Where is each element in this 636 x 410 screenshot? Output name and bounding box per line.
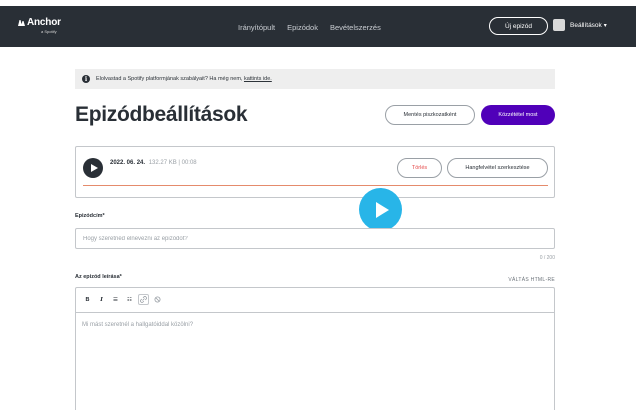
publish-now-button[interactable]: Közzététel most (481, 105, 555, 125)
unlink-glyph (154, 296, 161, 303)
numbered-list-icon[interactable]: ☷ (124, 294, 135, 305)
settings-label: Beállítások (570, 22, 602, 29)
delete-audio-button[interactable]: Törlés (397, 158, 442, 178)
audio-play-button[interactable] (83, 158, 103, 178)
caret-down-icon: ▾ (603, 23, 607, 29)
switch-to-html-button[interactable]: VÁLTÁS HTML-RE (494, 277, 555, 283)
description-placeholder[interactable]: Mi mást szeretnél a hallgatóiddal közöln… (82, 322, 193, 328)
new-episode-button[interactable]: Új epizód (489, 17, 548, 35)
italic-button[interactable]: I (96, 294, 107, 305)
audio-date: 2022. 06. 24. (110, 160, 146, 166)
settings-menu[interactable]: Beállítások ▾ (570, 22, 607, 29)
avatar[interactable] (553, 19, 565, 31)
info-icon: i (82, 75, 90, 83)
notice-text: Elolvastad a Spotify platformjának szabá… (96, 76, 272, 82)
play-icon (376, 201, 389, 218)
top-navbar: Anchor a Spotify Irányítópult Epizódok B… (0, 6, 636, 47)
episode-description-label: Az epizód leírása* (75, 274, 122, 280)
unlink-icon[interactable] (152, 294, 163, 305)
logo-subtext: a Spotify (41, 29, 57, 34)
play-icon (90, 164, 98, 172)
nav-link-monetization[interactable]: Bevételszerzés (330, 23, 381, 32)
save-draft-button[interactable]: Mentés piszkozatként (385, 105, 475, 125)
nav-link-episodes[interactable]: Epizódok (287, 23, 318, 32)
audio-card: 2022. 06. 24. 132.27 KB | 00:08 Törlés H… (75, 146, 555, 198)
editor-toolbar: B I ☰ ☷ (76, 288, 554, 313)
logo-text: Anchor (27, 17, 61, 28)
bold-button[interactable]: B (82, 294, 93, 305)
episode-title-label: Epizódcím* (75, 213, 105, 219)
link-icon[interactable] (138, 294, 149, 305)
link-glyph (140, 296, 147, 303)
audio-size-duration: 132.27 KB | 00:08 (148, 160, 197, 166)
audio-meta: 2022. 06. 24. 132.27 KB | 00:08 (110, 160, 197, 166)
anchor-mark-icon (18, 19, 25, 26)
title-char-count: 0 / 200 (539, 255, 555, 261)
audio-progress-fill (83, 185, 548, 186)
description-editor: B I ☰ ☷ Mi mást szeretnél a hallgatóidda… (75, 287, 555, 410)
anchor-logo[interactable]: Anchor a Spotify (17, 17, 61, 34)
main-nav: Irányítópult Epizódok Bevételszerzés (238, 23, 381, 32)
audio-progress-track[interactable] (83, 185, 548, 186)
guidelines-notice: i Elolvastad a Spotify platformjának sza… (75, 69, 555, 89)
edit-audio-button[interactable]: Hangfelvétel szerkesztése (447, 158, 548, 178)
episode-title-input[interactable] (75, 228, 555, 249)
notice-message: Elolvastad a Spotify platformjának szabá… (96, 76, 243, 82)
bullet-list-icon[interactable]: ☰ (110, 294, 121, 305)
page-title: Epizódbeállítások (75, 103, 248, 126)
nav-link-dashboard[interactable]: Irányítópult (238, 23, 275, 32)
video-play-overlay[interactable] (359, 188, 402, 231)
notice-link[interactable]: kattints ide. (244, 76, 272, 82)
